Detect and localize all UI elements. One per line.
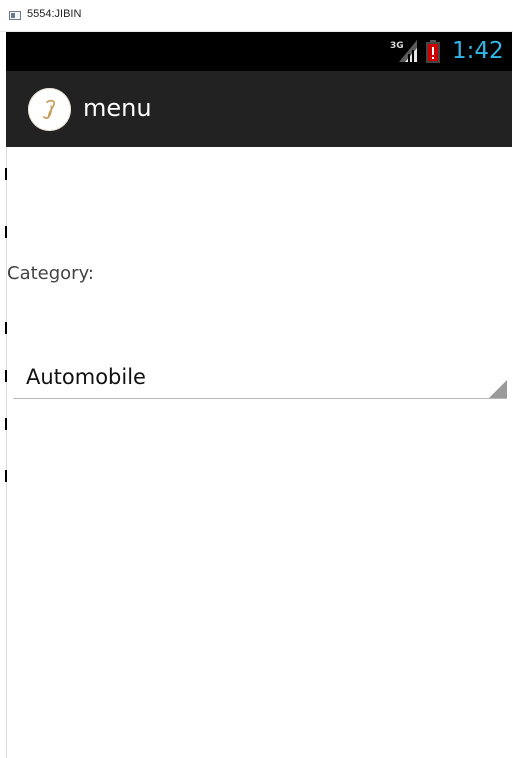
- window-edge-mark: [5, 168, 7, 180]
- window-titlebar: 5554:JIBIN: [0, 0, 513, 32]
- window-title: 5554:JIBIN: [27, 8, 82, 20]
- window-edge-mark: [5, 470, 7, 482]
- signal-strength-icon: [399, 40, 417, 62]
- emulator-window: 5554:JIBIN 3G 1:42 menu Category: Automo…: [0, 0, 513, 758]
- dropdown-triangle-icon: [489, 380, 507, 398]
- battery-alert-icon: [426, 40, 440, 63]
- window-edge-mark: [5, 322, 7, 334]
- app-logo-glyph-icon: [43, 99, 56, 119]
- main-content: Category: Automobile: [6, 147, 512, 758]
- action-bar-title: menu: [83, 94, 152, 122]
- window-edge-mark: [5, 370, 7, 382]
- category-label: Category:: [7, 263, 94, 284]
- status-bar: 3G 1:42: [6, 32, 512, 71]
- window-edge-mark: [5, 226, 7, 238]
- status-clock: 1:42: [452, 38, 504, 64]
- window-icon: [9, 11, 21, 20]
- window-edge-mark: [5, 418, 7, 430]
- category-spinner-value: Automobile: [26, 365, 146, 389]
- action-bar: menu: [6, 71, 512, 147]
- category-spinner[interactable]: Automobile: [13, 355, 507, 399]
- app-logo-icon[interactable]: [28, 88, 71, 131]
